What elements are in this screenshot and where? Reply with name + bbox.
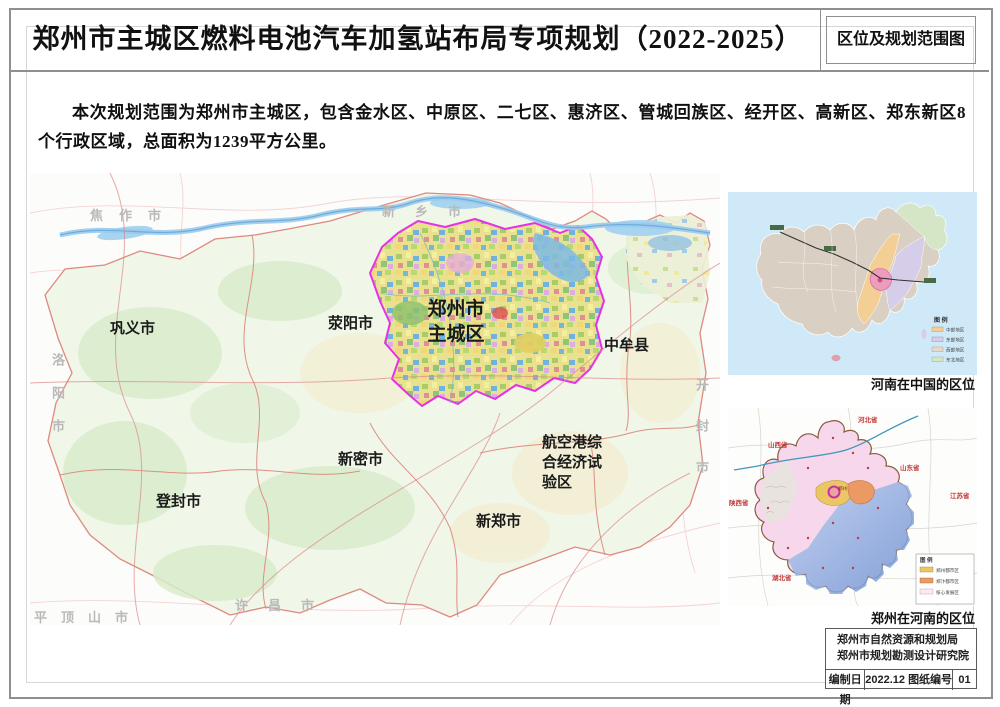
zhengzhou-city-label: 郑州 (838, 485, 848, 492)
henan-inset-map: 郑州 河北省 山西省 山东省 江苏省 安徽省 湖北省 陕西省 图 例 郑州都市区… (728, 408, 977, 606)
route-label-box (924, 278, 936, 283)
map-label-jiaozuo: 焦作市 (90, 205, 177, 224)
map-label-pingdingshan: 平顶山市 (34, 607, 142, 626)
china-legend-title: 图 例 (934, 316, 948, 324)
henan-legend-title: 图 例 (920, 556, 933, 564)
china-legend-item: 东北地区 (946, 357, 965, 364)
airport-zone-line2: 合经济试 (542, 453, 602, 473)
hainan-island (832, 355, 841, 361)
title-block-meta: 编制日期 2022.12 图纸编号 01 (826, 670, 976, 690)
main-map: 焦作市 新乡市 开封市 洛阳市 许昌市 平顶山市 巩义市 荥阳市 中牟县 新密市… (30, 173, 720, 625)
henan-legend: 图 例 郑州都市区 郑汴都市区 核心发展区 (916, 554, 974, 604)
henan-legend-item: 郑州都市区 (936, 567, 959, 574)
henan-inset-caption: 郑州在河南的区位 (728, 608, 975, 627)
org-name-1: 郑州市自然资源和规划局 (837, 632, 976, 648)
china-legend-item: 中部地区 (946, 327, 965, 334)
title-block-orgs: 郑州市自然资源和规划局 郑州市规划勘测设计研究院 (826, 629, 976, 670)
zhengbian-area (848, 481, 874, 504)
title-block: 郑州市自然资源和规划局 郑州市规划勘测设计研究院 编制日期 2022.12 图纸… (825, 628, 977, 689)
map-label-luoyang: 洛阳市 (48, 353, 67, 452)
henan-legend-item: 核心发展区 (936, 589, 959, 596)
date-and-sheet: 2022.12 图纸编号 (865, 670, 952, 690)
org-name-2: 郑州市规划勘测设计研究院 (837, 648, 976, 664)
lake (648, 235, 692, 251)
taiwan-island (921, 329, 926, 339)
main-map-canvas (30, 173, 720, 625)
plan-scope-paragraph: 本次规划范围为郑州市主城区，包含金水区、中原区、二七区、惠济区、管城回族区、经开… (38, 98, 966, 156)
label-hubei: 湖北省 (772, 573, 792, 582)
label-shanxi: 山西省 (768, 440, 788, 449)
map-label-kaifeng: 开封市 (692, 378, 711, 501)
china-inset-map: 图 例 中部地区 东部地区 西部地区 东北地区 (728, 192, 977, 375)
route-label-box (770, 225, 784, 230)
map-label-xinmi: 新密市 (338, 448, 383, 469)
map-label-xinxiang: 新乡市 (382, 201, 481, 220)
date-label: 编制日期 (826, 670, 865, 690)
title-divider (820, 8, 821, 70)
urban-label-line1: 郑州市 (415, 297, 497, 322)
label-shaanxi: 陕西省 (729, 498, 749, 507)
page-title: 郑州市主城区燃料电池汽车加氢站布局专项规划（2022-2025） (30, 10, 805, 68)
urban-label-line2: 主城区 (415, 322, 497, 347)
date-value: 2022.12 (865, 674, 905, 686)
sheet-number: 01 (952, 670, 976, 690)
china-inset-caption: 河南在中国的区位 (728, 374, 975, 393)
map-label-xinzheng: 新郑市 (476, 510, 521, 531)
henan-legend-item: 郑汴都市区 (936, 578, 959, 585)
map-label-main-urban-area: 郑州市 主城区 (415, 297, 497, 347)
map-type-label: 区位及规划范围图 (826, 16, 976, 64)
map-label-zhongmou: 中牟县 (604, 334, 649, 355)
drawing-sheet: 郑州市主城区燃料电池汽车加氢站布局专项规划（2022-2025） 区位及规划范围… (0, 0, 1000, 707)
label-jiangsu: 江苏省 (950, 491, 970, 500)
map-label-xingyang: 荥阳市 (328, 312, 373, 333)
sheet-label: 图纸编号 (908, 674, 952, 686)
airport-zone-line1: 航空港综 (542, 433, 602, 453)
label-shandong: 山东省 (900, 463, 920, 472)
airport-zone-line3: 验区 (542, 473, 602, 493)
map-label-xuchang: 许昌市 (235, 595, 334, 614)
label-hebei: 河北省 (858, 415, 878, 424)
china-legend-item: 西部地区 (946, 347, 965, 354)
china-legend-item: 东部地区 (946, 337, 965, 344)
map-label-dengfeng: 登封市 (156, 490, 201, 511)
route-label-box (824, 246, 836, 251)
map-label-gongyi: 巩义市 (110, 317, 155, 338)
map-label-airport-zone: 航空港综 合经济试 验区 (542, 433, 602, 493)
